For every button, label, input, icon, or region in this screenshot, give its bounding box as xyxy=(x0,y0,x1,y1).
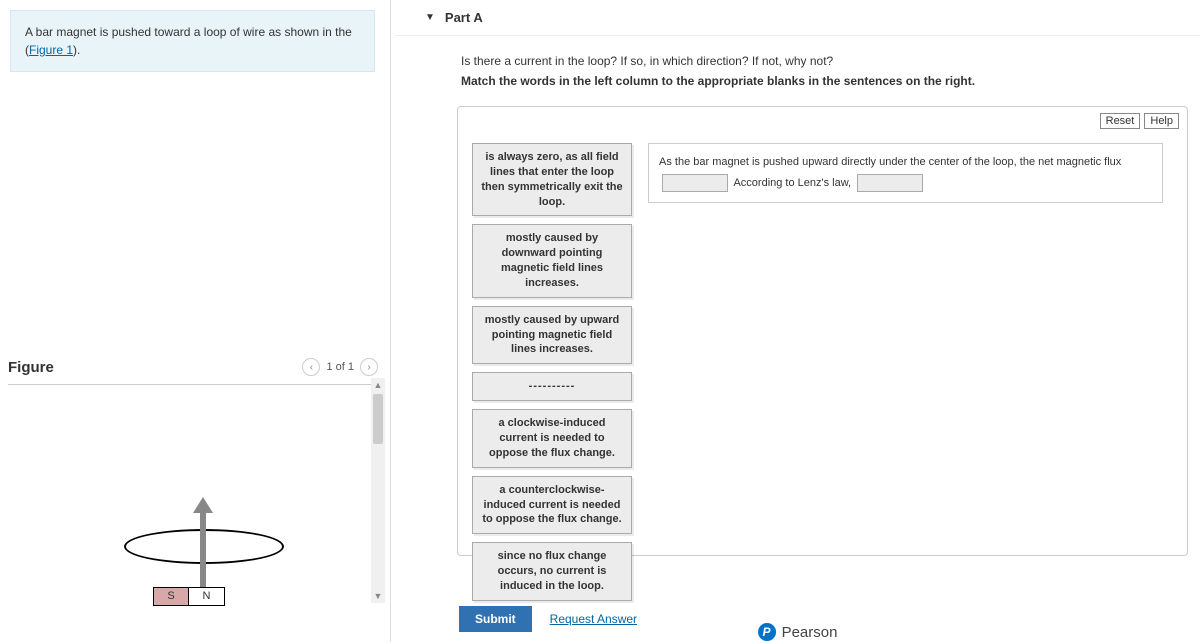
drop-blank-1[interactable] xyxy=(662,174,728,192)
word-item[interactable]: mostly caused by upward pointing magneti… xyxy=(472,306,632,365)
scroll-down-icon[interactable]: ▼ xyxy=(371,589,385,603)
figure-scrollbar[interactable]: ▲ ▼ xyxy=(371,378,385,603)
figure-pager: 1 of 1 xyxy=(326,361,354,373)
magnet-south: S xyxy=(154,588,189,605)
motion-arrow-head xyxy=(193,497,213,513)
word-item[interactable]: a counterclockwise-induced current is ne… xyxy=(472,476,632,535)
word-item[interactable]: mostly caused by downward pointing magne… xyxy=(472,224,632,297)
part-label: Part A xyxy=(445,10,483,25)
request-answer-link[interactable]: Request Answer xyxy=(550,612,637,626)
word-item[interactable]: is always zero, as all field lines that … xyxy=(472,143,632,216)
word-item[interactable]: ---------- xyxy=(472,372,632,401)
word-item[interactable]: a clockwise-induced current is needed to… xyxy=(472,409,632,468)
sentence-seg1: As the bar magnet is pushed upward direc… xyxy=(659,156,1121,168)
word-item[interactable]: since no flux change occurs, no current … xyxy=(472,542,632,601)
question-text: Is there a current in the loop? If so, i… xyxy=(461,54,1200,68)
brand-footer: P Pearson xyxy=(758,623,838,641)
panel-divider xyxy=(390,0,391,642)
scroll-up-icon[interactable]: ▲ xyxy=(371,378,385,392)
figure-next-button[interactable]: › xyxy=(360,358,378,376)
figure-prev-button[interactable]: ‹ xyxy=(302,358,320,376)
motion-arrow xyxy=(200,507,206,587)
pearson-logo-icon: P xyxy=(758,623,776,641)
figure-image: S N xyxy=(8,445,378,615)
sentence-seg2: According to Lenz's law, xyxy=(733,177,851,189)
reset-button[interactable]: Reset xyxy=(1100,113,1141,129)
figure-title: Figure xyxy=(8,359,54,376)
sentence-target: As the bar magnet is pushed upward direc… xyxy=(648,143,1163,203)
submit-button[interactable]: Submit xyxy=(459,606,532,632)
drop-blank-2[interactable] xyxy=(857,174,923,192)
scroll-thumb[interactable] xyxy=(373,394,383,444)
collapse-icon[interactable]: ▼ xyxy=(425,12,435,23)
bar-magnet: S N xyxy=(153,587,225,606)
figure-link[interactable]: Figure 1 xyxy=(29,43,73,57)
magnet-north: N xyxy=(189,588,224,605)
matching-widget: Reset Help is always zero, as all field … xyxy=(457,106,1188,556)
help-button[interactable]: Help xyxy=(1144,113,1179,129)
word-bank: is always zero, as all field lines that … xyxy=(472,143,632,601)
problem-statement: A bar magnet is pushed toward a loop of … xyxy=(10,10,375,72)
question-instruction: Match the words in the left column to th… xyxy=(461,74,1200,88)
brand-name: Pearson xyxy=(782,624,838,641)
problem-text-suffix: ). xyxy=(73,43,80,57)
